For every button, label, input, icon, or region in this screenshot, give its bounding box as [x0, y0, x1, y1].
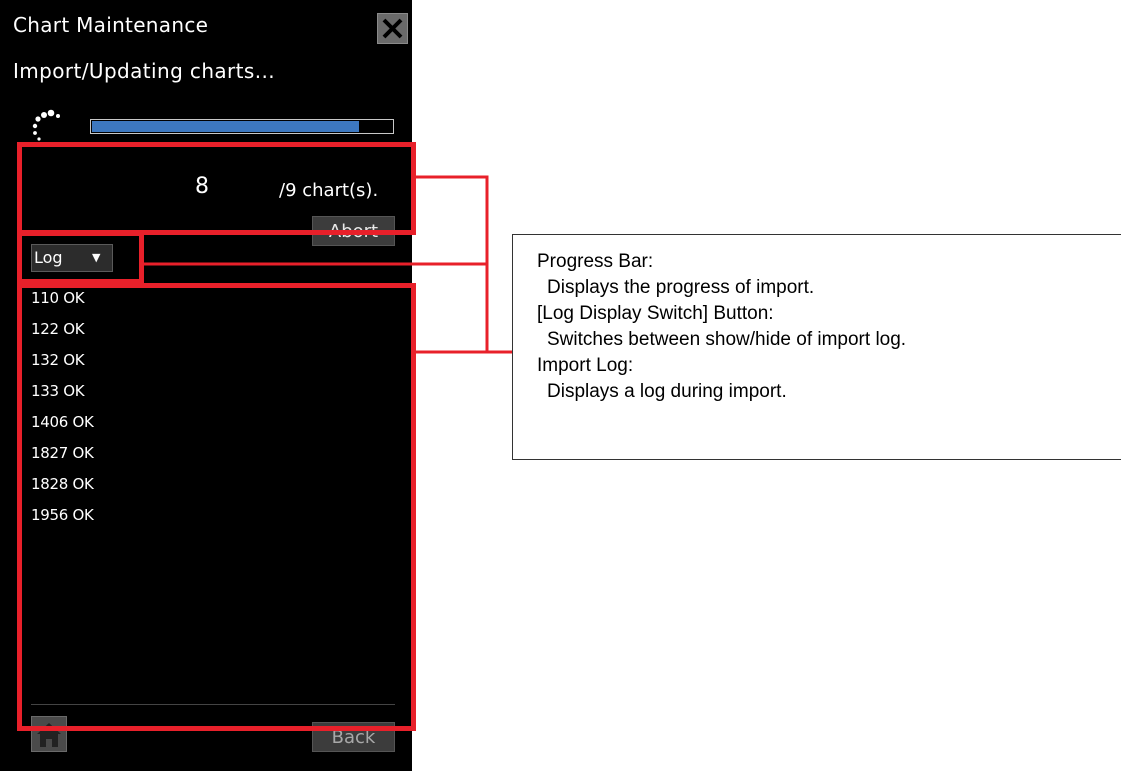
close-button[interactable]	[377, 13, 408, 44]
progress-highlight-box	[17, 142, 416, 235]
callout-progress-description: Displays the progress of import.	[547, 277, 815, 298]
progress-bar-fill	[92, 121, 359, 132]
callout-log-switch-description: Switches between show/hide of import log…	[547, 329, 907, 350]
close-icon	[382, 18, 403, 39]
stage: Chart Maintenance Import/Updating charts…	[0, 0, 1121, 771]
callout-log-switch-title: [Log Display Switch] Button:	[537, 303, 774, 324]
title-bar: Chart Maintenance	[0, 0, 412, 46]
import-status-text: Import/Updating charts...	[13, 59, 276, 83]
callout-box: Progress Bar: Displays the progress of i…	[512, 234, 1121, 460]
log-switch-highlight-box	[17, 231, 144, 284]
callout-progress-title: Progress Bar:	[537, 251, 654, 272]
dialog-title: Chart Maintenance	[13, 13, 209, 37]
progress-bar	[90, 119, 394, 134]
callout-import-log-description: Displays a log during import.	[547, 381, 787, 402]
import-log-highlight-box	[17, 283, 416, 731]
callout-import-log-title: Import Log:	[537, 355, 634, 376]
